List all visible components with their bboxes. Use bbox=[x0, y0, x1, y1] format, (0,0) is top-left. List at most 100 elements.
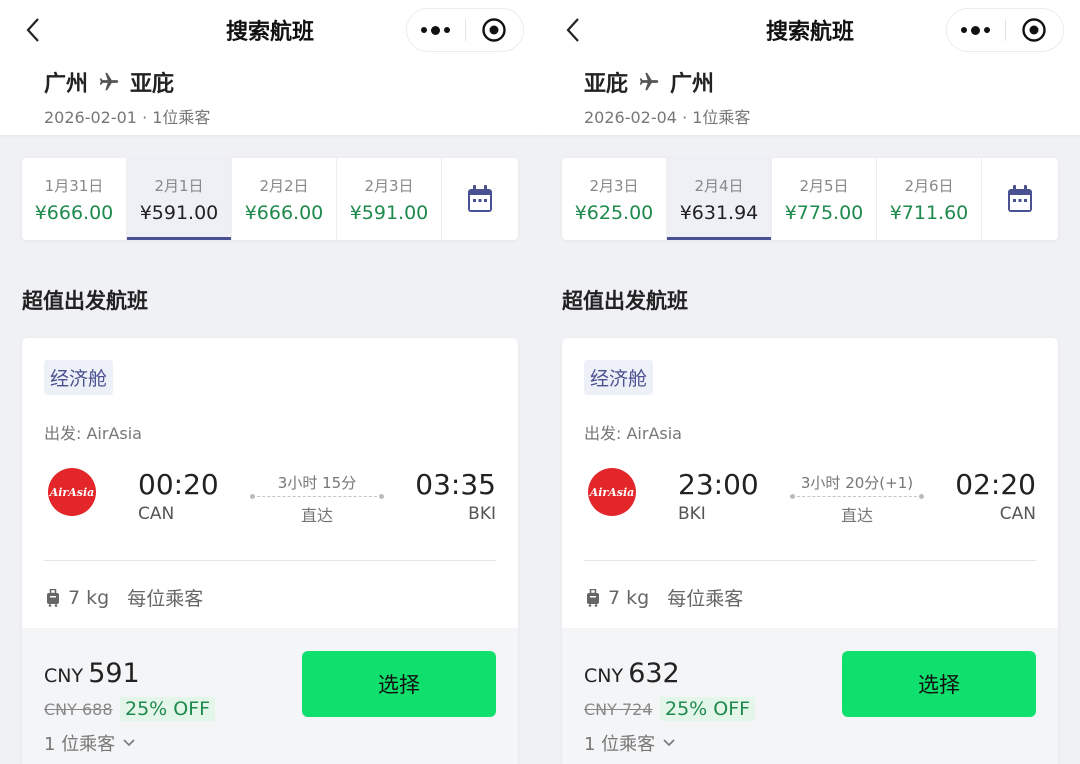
baggage-per-passenger: 每位乘客 bbox=[667, 588, 744, 610]
date-label: 2月5日 bbox=[799, 176, 849, 195]
flight-search-panel-return: 搜索航班 亚庇 广州 2026-02-04 · 1位乘客 2月3日 ¥625.0 bbox=[540, 0, 1080, 764]
date-label: 2月6日 bbox=[904, 176, 954, 195]
header: 搜索航班 亚庇 广州 2026-02-04 · 1位乘客 bbox=[540, 0, 1080, 135]
date-price: ¥666.00 bbox=[34, 201, 114, 224]
search-subinfo: 2026-02-04 · 1位乘客 bbox=[584, 108, 751, 127]
luggage-icon bbox=[587, 588, 599, 607]
arrival-airport: CAN bbox=[999, 504, 1036, 524]
date-option[interactable]: 2月5日 ¥775.00 bbox=[772, 158, 877, 240]
date-price: ¥711.60 bbox=[889, 201, 969, 224]
date-label: 2月2日 bbox=[259, 176, 309, 195]
original-price: CNY 688 bbox=[44, 700, 113, 719]
card-divider bbox=[44, 560, 496, 561]
price-amount: 632 bbox=[628, 658, 680, 689]
route-destination: 广州 bbox=[670, 72, 715, 97]
date-label: 2月1日 bbox=[154, 176, 204, 195]
departure-airport: CAN bbox=[138, 504, 175, 524]
discount-badge: 25% OFF bbox=[120, 697, 216, 721]
baggage-weight: 7 kg bbox=[608, 586, 650, 609]
date-price: ¥625.00 bbox=[574, 201, 654, 224]
baggage-weight: 7 kg bbox=[68, 586, 110, 609]
close-mini-program-button[interactable] bbox=[1005, 8, 1063, 52]
date-price: ¥591.00 bbox=[349, 201, 429, 224]
date-price: ¥631.94 bbox=[679, 201, 759, 224]
departure-time: 00:20 bbox=[138, 468, 219, 501]
flight-card[interactable]: 经济舱 出发: AirAsia AirAsia 23:00 BKI 3小时 20… bbox=[562, 338, 1058, 764]
discount-badge: 25% OFF bbox=[660, 697, 756, 721]
date-option[interactable]: 2月2日 ¥666.00 bbox=[232, 158, 337, 240]
more-button[interactable] bbox=[407, 8, 465, 52]
route-title: 亚庇 广州 bbox=[584, 66, 714, 98]
price-currency: CNY bbox=[44, 665, 84, 687]
passenger-count: 1 位乘客 bbox=[584, 734, 656, 755]
date-price: ¥591.00 bbox=[139, 201, 219, 224]
calendar-icon bbox=[1008, 185, 1032, 212]
flight-card[interactable]: 经济舱 出发: AirAsia AirAsia 00:20 CAN 3小时 15… bbox=[22, 338, 518, 764]
flight-duration: 3小时 20分(+1) bbox=[800, 474, 914, 492]
price-area: CNY 632 CNY 724 25% OFF 1 位乘客 选择 bbox=[562, 628, 1058, 764]
arrival-time: 03:35 bbox=[415, 468, 496, 501]
date-price: ¥775.00 bbox=[784, 201, 864, 224]
baggage-info: 7 kg 每位乘客 bbox=[46, 584, 203, 611]
calendar-button[interactable] bbox=[442, 158, 518, 240]
price: CNY 591 bbox=[44, 658, 140, 689]
select-button[interactable]: 选择 bbox=[302, 651, 496, 717]
mini-program-capsule bbox=[406, 8, 524, 52]
chevron-down-icon bbox=[663, 739, 675, 747]
date-option[interactable]: 2月3日 ¥625.00 bbox=[562, 158, 667, 240]
date-option-selected[interactable]: 2月4日 ¥631.94 bbox=[667, 158, 772, 240]
airplane-icon bbox=[99, 72, 119, 91]
stops-label: 直达 bbox=[840, 506, 873, 525]
cabin-badge: 经济舱 bbox=[44, 360, 114, 395]
more-dots-icon bbox=[421, 25, 451, 35]
date-label: 2月3日 bbox=[589, 176, 639, 195]
flight-path-line bbox=[790, 494, 924, 499]
airasia-logo: AirAsia bbox=[48, 468, 96, 516]
date-label: 2月3日 bbox=[364, 176, 414, 195]
date-option[interactable]: 1月31日 ¥666.00 bbox=[22, 158, 127, 240]
price-area: CNY 591 CNY 688 25% OFF 1 位乘客 选择 bbox=[22, 628, 518, 764]
header: 搜索航班 广州 亚庇 2026-02-01 · 1位乘客 bbox=[0, 0, 540, 135]
section-title: 超值出发航班 bbox=[22, 289, 148, 313]
stops-label: 直达 bbox=[300, 506, 333, 525]
close-mini-program-button[interactable] bbox=[465, 8, 523, 52]
departure-airport: BKI bbox=[678, 504, 706, 524]
price-amount: 591 bbox=[88, 658, 140, 689]
mini-program-capsule bbox=[946, 8, 1064, 52]
date-option[interactable]: 2月6日 ¥711.60 bbox=[877, 158, 982, 240]
passenger-count: 1 位乘客 bbox=[44, 734, 116, 755]
more-button[interactable] bbox=[947, 8, 1005, 52]
passenger-selector[interactable]: 1 位乘客 bbox=[44, 730, 135, 756]
select-button[interactable]: 选择 bbox=[842, 651, 1036, 717]
calendar-button[interactable] bbox=[982, 158, 1058, 240]
cabin-badge: 经济舱 bbox=[584, 360, 654, 395]
more-dots-icon bbox=[961, 25, 991, 35]
chevron-down-icon bbox=[123, 739, 135, 747]
flight-search-panel-outbound: 搜索航班 广州 亚庇 2026-02-01 · 1位乘客 1月31日 ¥666. bbox=[0, 0, 540, 764]
target-icon bbox=[1022, 18, 1046, 42]
arrival-time: 02:20 bbox=[955, 468, 1036, 501]
airasia-logo: AirAsia bbox=[588, 468, 636, 516]
date-option[interactable]: 2月3日 ¥591.00 bbox=[337, 158, 442, 240]
price-currency: CNY bbox=[584, 665, 624, 687]
route-origin: 广州 bbox=[44, 72, 89, 97]
arrival-airport: BKI bbox=[468, 504, 496, 524]
airplane-icon bbox=[639, 72, 659, 91]
date-option-selected[interactable]: 2月1日 ¥591.00 bbox=[127, 158, 232, 240]
date-label: 1月31日 bbox=[44, 176, 104, 195]
price: CNY 632 bbox=[584, 658, 680, 689]
date-label: 2月4日 bbox=[694, 176, 744, 195]
luggage-icon bbox=[47, 588, 59, 607]
baggage-per-passenger: 每位乘客 bbox=[127, 588, 204, 610]
airline-label: 出发: AirAsia bbox=[44, 424, 142, 443]
route-title: 广州 亚庇 bbox=[44, 66, 174, 98]
flight-path-line bbox=[250, 494, 384, 499]
date-price: ¥666.00 bbox=[244, 201, 324, 224]
airline-label: 出发: AirAsia bbox=[584, 424, 682, 443]
date-selector: 1月31日 ¥666.00 2月1日 ¥591.00 2月2日 ¥666.00 … bbox=[22, 158, 518, 240]
baggage-info: 7 kg 每位乘客 bbox=[586, 584, 743, 611]
section-title: 超值出发航班 bbox=[562, 289, 688, 313]
route-destination: 亚庇 bbox=[130, 72, 175, 97]
passenger-selector[interactable]: 1 位乘客 bbox=[584, 730, 675, 756]
original-price: CNY 724 bbox=[584, 700, 653, 719]
